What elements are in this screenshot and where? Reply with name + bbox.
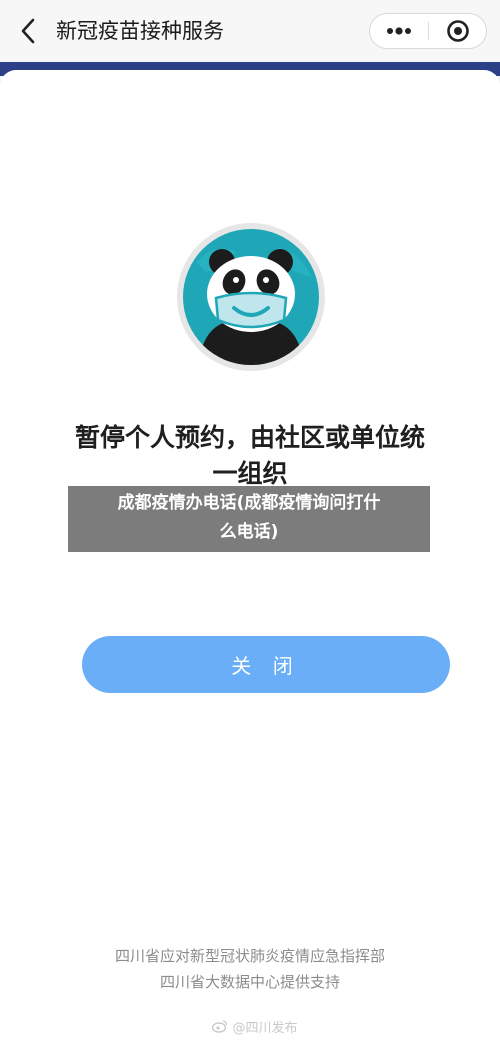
more-dots-icon [387, 27, 411, 35]
panda-mask-icon [176, 222, 326, 372]
more-button[interactable] [370, 14, 428, 48]
close-button[interactable]: 关 闭 [82, 636, 450, 693]
footer-credits: 四川省应对新型冠状肺炎疫情应急指挥部 四川省大数据中心提供支持 [70, 943, 430, 995]
footer-line2: 四川省大数据中心提供支持 [159, 973, 340, 991]
top-nav-bar: 新冠疫苗接种服务 [0, 0, 500, 62]
weibo-icon [212, 1020, 228, 1033]
overlay-line2: 么电话) [219, 522, 279, 542]
notice-card [0, 70, 500, 1040]
article-title-overlay: 成都疫情办电话(成都疫情询问打什 么电话) [68, 486, 430, 552]
close-miniapp-icon [447, 20, 469, 42]
notice-headline: 暂停个人预约，由社区或单位统 一组织 [70, 420, 430, 492]
overlay-line1: 成都疫情办电话(成都疫情询问打什 [117, 493, 381, 513]
notice-headline-line1: 暂停个人预约，由社区或单位统 [74, 423, 425, 452]
page-title: 新冠疫苗接种服务 [56, 19, 224, 43]
watermark: @四川发布 [200, 1016, 310, 1036]
watermark-text: @四川发布 [232, 1020, 298, 1036]
back-button[interactable] [14, 16, 42, 46]
miniapp-capsule [369, 13, 487, 49]
close-miniapp-button[interactable] [429, 14, 487, 48]
chevron-left-icon [21, 18, 35, 44]
footer-line1: 四川省应对新型冠状肺炎疫情应急指挥部 [114, 947, 385, 965]
